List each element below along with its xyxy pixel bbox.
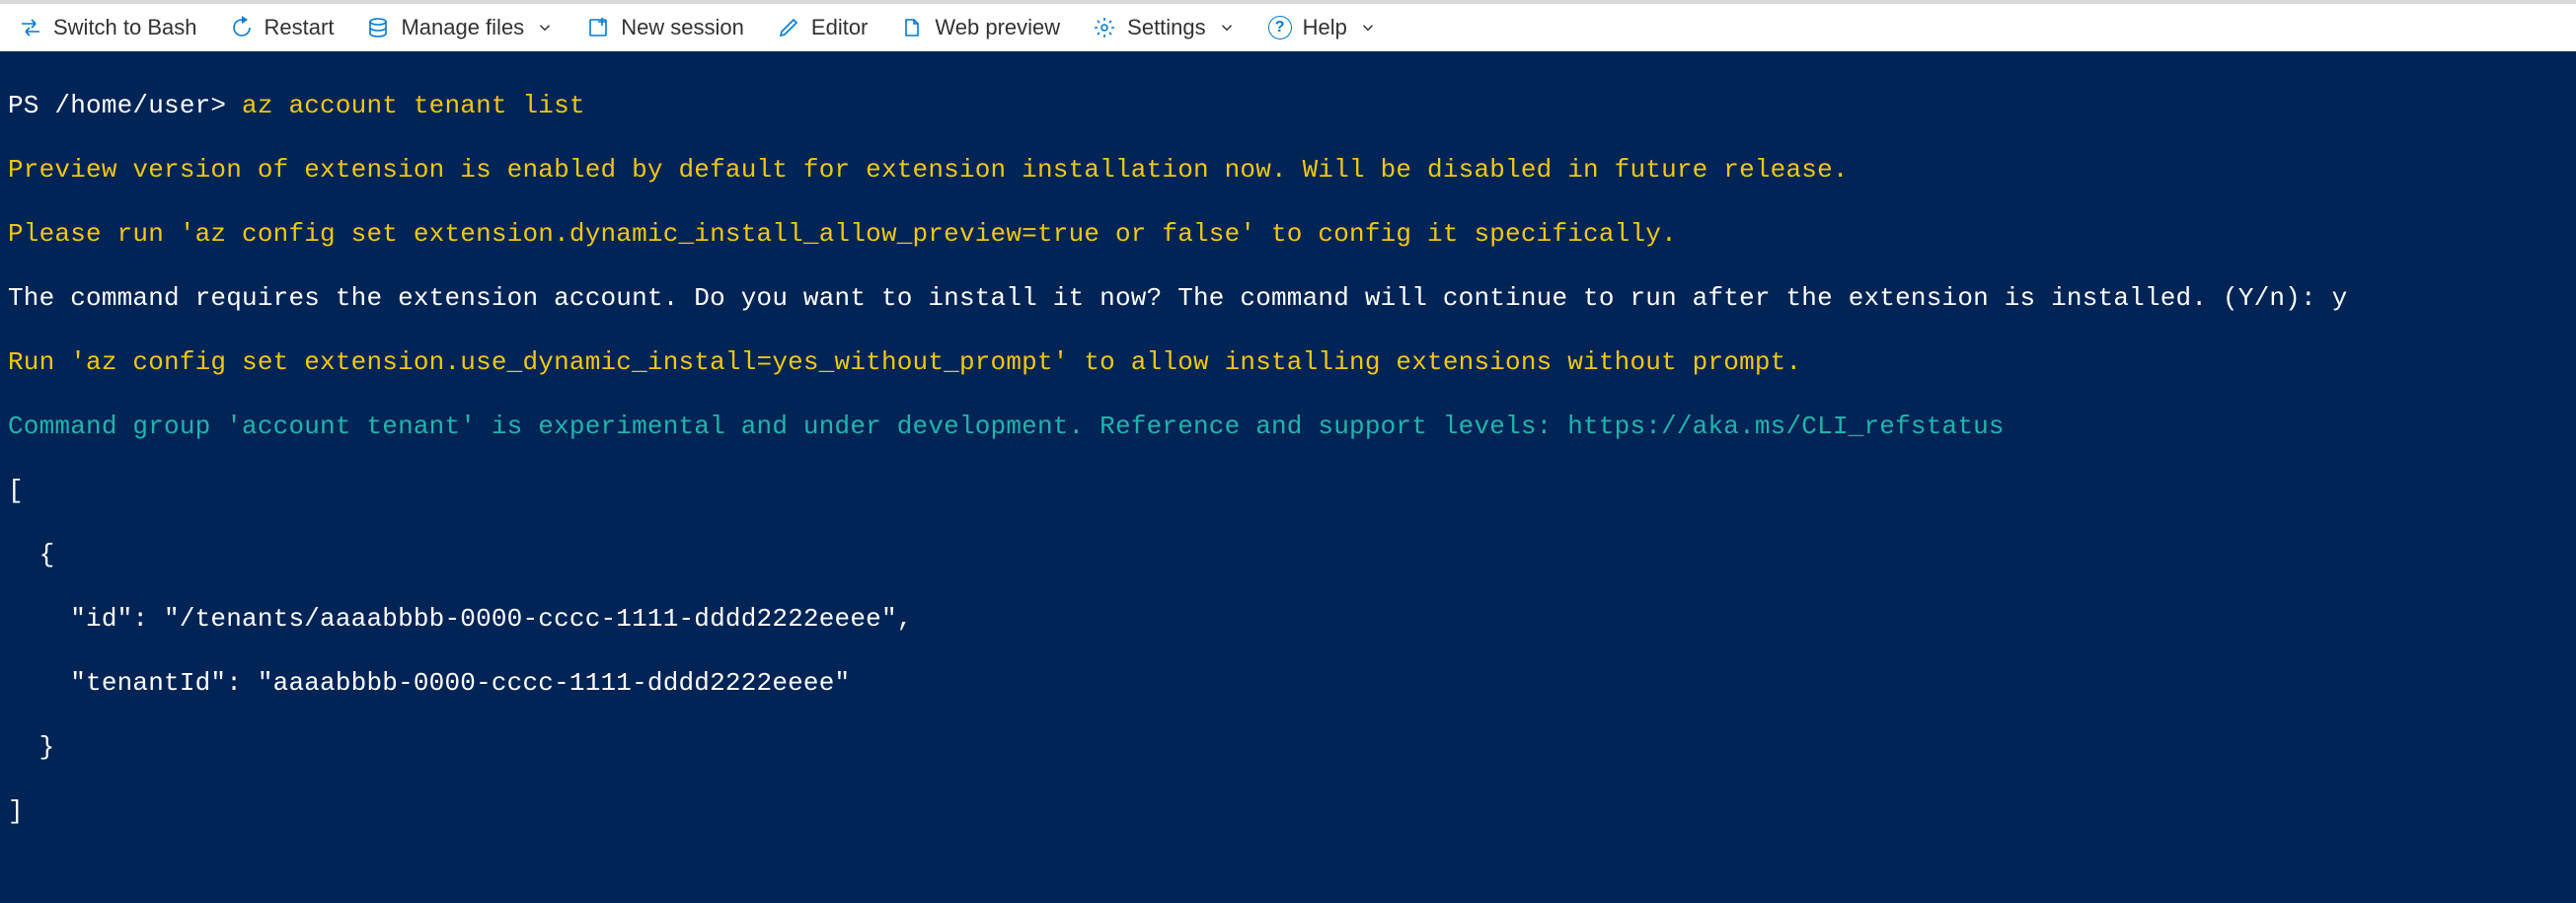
terminal-line: "id": "/tenants/aaaabbbb-0000-cccc-1111-… bbox=[8, 603, 2568, 636]
editor-icon bbox=[776, 15, 801, 40]
settings-label: Settings bbox=[1127, 15, 1206, 40]
restart-icon bbox=[229, 15, 255, 40]
terminal-line: [ bbox=[8, 475, 2568, 507]
switch-icon bbox=[18, 15, 43, 40]
terminal-line: Run 'az config set extension.use_dynamic… bbox=[8, 346, 2568, 379]
terminal-line: PS /home/user> az account tenant list bbox=[8, 90, 2568, 122]
editor-button[interactable]: Editor bbox=[776, 15, 868, 40]
manage-files-button[interactable]: Manage files bbox=[365, 15, 554, 40]
switch-to-bash-label: Switch to Bash bbox=[53, 15, 197, 40]
editor-label: Editor bbox=[811, 15, 868, 40]
chevron-down-icon bbox=[1218, 19, 1236, 37]
prompt-text: PS /home/user> bbox=[8, 91, 242, 120]
restart-label: Restart bbox=[265, 15, 335, 40]
terminal-line: ] bbox=[8, 795, 2568, 828]
web-preview-icon bbox=[899, 15, 925, 40]
web-preview-label: Web preview bbox=[935, 15, 1060, 40]
powershell-terminal[interactable]: PS /home/user> az account tenant list Pr… bbox=[0, 51, 2576, 903]
terminal-line: { bbox=[8, 539, 2568, 571]
terminal-line: } bbox=[8, 731, 2568, 764]
settings-button[interactable]: Settings bbox=[1092, 15, 1236, 40]
help-icon: ? bbox=[1267, 15, 1293, 40]
web-preview-button[interactable]: Web preview bbox=[899, 15, 1060, 40]
settings-icon bbox=[1092, 15, 1117, 40]
new-session-button[interactable]: New session bbox=[585, 15, 744, 40]
chevron-down-icon bbox=[536, 19, 554, 37]
manage-files-label: Manage files bbox=[401, 15, 524, 40]
switch-to-bash-button[interactable]: Switch to Bash bbox=[18, 15, 197, 40]
help-label: Help bbox=[1303, 15, 1347, 40]
restart-button[interactable]: Restart bbox=[229, 15, 335, 40]
terminal-line: Command group 'account tenant' is experi… bbox=[8, 411, 2568, 443]
command-text: az account tenant list bbox=[242, 91, 585, 120]
terminal-line: Preview version of extension is enabled … bbox=[8, 154, 2568, 187]
cloud-shell-toolbar: Switch to Bash Restart Manage files New … bbox=[0, 0, 2576, 51]
chevron-down-icon bbox=[1359, 19, 1377, 37]
new-session-label: New session bbox=[621, 15, 744, 40]
terminal-line: Please run 'az config set extension.dyna… bbox=[8, 218, 2568, 251]
help-button[interactable]: ? Help bbox=[1267, 15, 1377, 40]
terminal-line: The command requires the extension accou… bbox=[8, 282, 2568, 315]
terminal-line: "tenantId": "aaaabbbb-0000-cccc-1111-ddd… bbox=[8, 667, 2568, 700]
manage-files-icon bbox=[365, 15, 391, 40]
new-session-icon bbox=[585, 15, 611, 40]
